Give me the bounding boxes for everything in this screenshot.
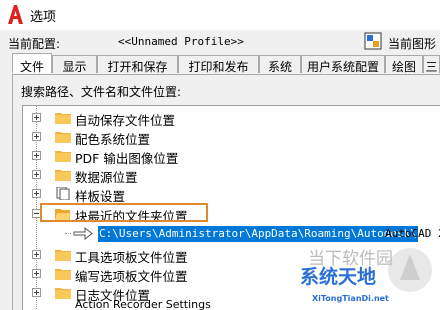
tab-files[interactable]: 文件 — [12, 53, 52, 74]
tab-display[interactable]: 显示 — [52, 55, 97, 74]
expand-icon[interactable] — [32, 170, 41, 179]
title-bar: 选项 — [0, 0, 440, 30]
template-icon — [56, 187, 70, 200]
tab-user-preferences[interactable]: 用户系统配置 — [301, 55, 385, 74]
expand-icon[interactable] — [32, 151, 41, 160]
current-profile-value: <<Unnamed Profile>> — [118, 35, 244, 48]
tab-open-save[interactable]: 打开和保存 — [97, 55, 178, 74]
folder-icon — [55, 151, 71, 162]
tree-item-pdf-image[interactable]: PDF 输出图像位置 — [23, 146, 440, 166]
watermark-brand: 系统天地 — [300, 266, 377, 288]
watermark-url: XiTongTianDi.net — [312, 294, 389, 303]
expand-icon[interactable] — [32, 132, 41, 141]
current-profile-label: 当前配置: — [8, 37, 61, 51]
tree-item-autosave[interactable]: 自动保存文件位置 — [23, 108, 440, 128]
tree-item-data-sources[interactable]: 数据源位置 — [23, 165, 440, 185]
drawing-icon — [364, 32, 382, 50]
tab-3d[interactable]: 三 — [423, 55, 440, 73]
expand-icon[interactable] — [32, 113, 41, 122]
tree-item-color-books[interactable]: 配色系统位置 — [23, 127, 440, 147]
folder-icon — [55, 132, 71, 143]
options-tabs: 文件 显示 打开和保存 打印和发布 系统 用户系统配置 绘图 三 — [12, 53, 440, 74]
autocad-logo-icon — [8, 5, 23, 24]
highlight-annotation — [40, 203, 208, 222]
expand-icon[interactable] — [32, 189, 41, 198]
folder-icon — [55, 269, 71, 280]
tree-connector — [65, 233, 71, 234]
tab-plot-publish[interactable]: 打印和发布 — [178, 55, 259, 74]
current-drawing-label: 当前图形 — [388, 37, 437, 51]
folder-icon — [55, 170, 71, 181]
tab-drafting[interactable]: 绘图 — [385, 55, 423, 74]
arrow-right-icon — [73, 227, 93, 240]
expand-icon[interactable] — [32, 269, 41, 278]
tree-item-template-settings[interactable]: 样板设置 — [23, 184, 440, 204]
expand-icon[interactable] — [32, 250, 41, 259]
search-paths-heading: 搜索路径、文件名和文件位置: — [21, 85, 182, 99]
window-title: 选项 — [30, 10, 57, 25]
tree-item-label: Action Recorder Settings — [75, 298, 211, 310]
tab-system[interactable]: 系统 — [259, 55, 301, 74]
folder-icon — [55, 250, 71, 261]
folder-icon — [55, 113, 71, 124]
profile-row: 当前配置: <<Unnamed Profile>> 当前图形 — [0, 30, 440, 54]
